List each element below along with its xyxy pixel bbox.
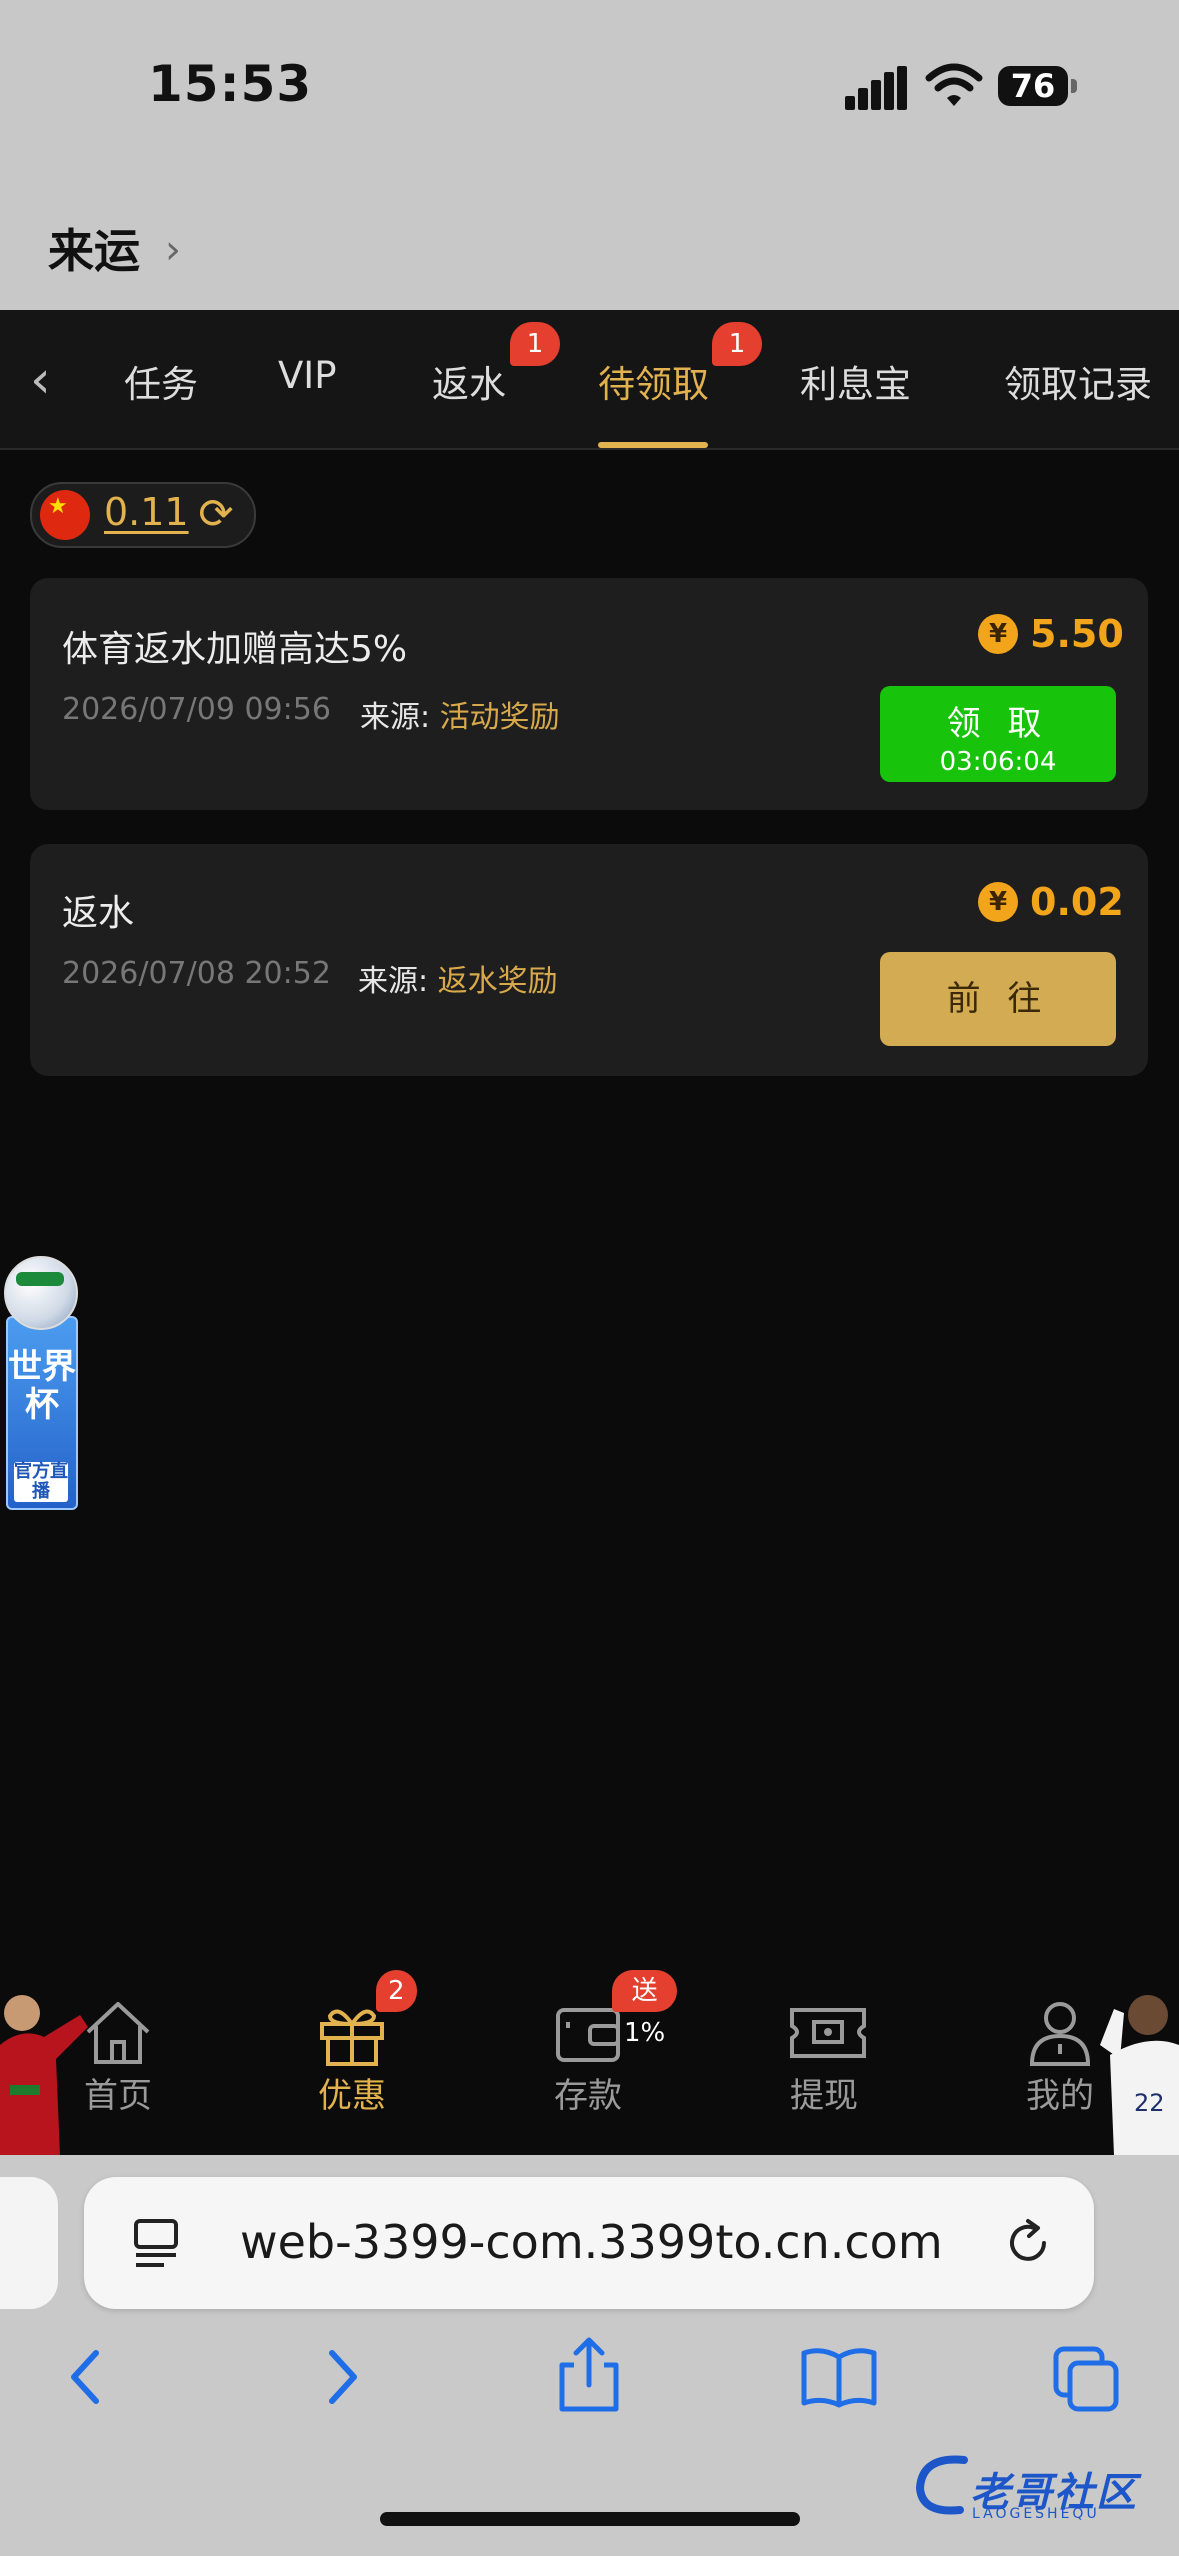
tab-claim-history[interactable]: 领取记录: [1004, 354, 1152, 408]
forward-arrow-icon[interactable]: [318, 2345, 366, 2409]
claim-button[interactable]: 领 取 03:06:04: [880, 686, 1116, 782]
back-arrow-icon[interactable]: [62, 2345, 110, 2409]
tab-bar: ‹ 任务 VIP 返水 1 待领取 1 利息宝 领取记录: [0, 310, 1179, 450]
nav-promotions-badge: 2: [376, 1970, 417, 2012]
page-menu-icon[interactable]: [132, 2217, 184, 2269]
active-tab-indicator: [598, 442, 708, 448]
reward-title: 体育返水加赠高达5%: [62, 629, 408, 670]
tab-rebate[interactable]: 返水: [432, 354, 506, 408]
balance-value[interactable]: 0.11: [104, 490, 189, 534]
world-cup-ball-icon: [4, 1256, 78, 1330]
wifi-icon: [925, 63, 983, 106]
share-icon[interactable]: [554, 2335, 624, 2415]
reward-amount: 5.50: [1030, 612, 1124, 656]
watermark-logo: 老哥社区 LAOGESHEQU: [912, 2448, 1172, 2528]
refresh-icon[interactable]: ⟳: [194, 492, 238, 536]
go-button[interactable]: 前 往: [880, 952, 1116, 1046]
url-text[interactable]: web-3399-com.3399to.cn.com: [240, 2215, 943, 2269]
world-cup-title: 世界杯: [8, 1347, 76, 1425]
reward-source: 来源: 活动奖励: [360, 700, 560, 735]
battery-icon: 76: [998, 66, 1068, 106]
reward-amount: 0.02: [1030, 880, 1124, 924]
player-illustration-left: [0, 1995, 88, 2155]
yuan-coin-icon: ¥: [978, 882, 1018, 922]
reward-card: 体育返水加赠高达5% 2026/07/09 09:56 来源: 活动奖励 ¥ 5…: [30, 578, 1148, 810]
balance-pill: ★ 0.11 ⟳: [30, 482, 256, 548]
bookmarks-book-icon[interactable]: [800, 2345, 878, 2409]
tab-pending-claim[interactable]: 待领取: [598, 354, 709, 408]
yuan-coin-icon: ¥: [978, 614, 1018, 654]
world-cup-live-badge[interactable]: 世界杯 官方直播: [4, 1256, 78, 1510]
battery-tip: [1071, 79, 1077, 93]
status-time: 15:53: [148, 55, 313, 113]
reward-date: 2026/07/09 09:56: [62, 692, 331, 727]
reward-card: 返水 2026/07/08 20:52 来源: 返水奖励 ¥ 0.02 前 往: [30, 844, 1148, 1076]
chevron-left-icon[interactable]: ‹: [30, 350, 51, 410]
player-illustration-right: 22: [1100, 1995, 1179, 2155]
cellular-signal-icon: [845, 66, 907, 110]
nav-promotions-label: 优惠: [318, 2076, 386, 2116]
page-header[interactable]: 来运 ›: [0, 175, 1179, 312]
nav-deposit-badge: 送1%: [612, 1970, 678, 2048]
reward-source: 来源: 返水奖励: [358, 964, 558, 999]
world-cup-banner: 世界杯 官方直播: [6, 1316, 78, 1510]
status-bar: 15:53 76: [0, 0, 1179, 175]
tab-pending-badge: 1: [712, 322, 762, 366]
china-flag-icon: ★: [40, 490, 90, 540]
tab-vip[interactable]: VIP: [278, 354, 337, 397]
dragon-logo-icon: [915, 2455, 968, 2515]
nav-withdraw-label: 提现: [790, 2076, 858, 2116]
official-live-label: 官方直播: [14, 1461, 68, 1502]
reward-date: 2026/07/08 20:52: [62, 956, 331, 991]
address-bar[interactable]: web-3399-com.3399to.cn.com: [84, 2177, 1094, 2309]
chevron-right-icon[interactable]: ›: [165, 227, 181, 273]
tab-interest[interactable]: 利息宝: [800, 354, 911, 408]
nav-deposit[interactable]: 送1% 存款: [508, 1970, 678, 2155]
tabs-overview-icon[interactable]: [1052, 2345, 1122, 2413]
reload-icon[interactable]: [1002, 2217, 1054, 2269]
page-title[interactable]: 来运: [48, 215, 140, 281]
previous-tab-preview[interactable]: [0, 2177, 58, 2309]
tab-rebate-badge: 1: [510, 322, 560, 366]
nav-deposit-label: 存款: [554, 2076, 622, 2116]
home-indicator: [380, 2512, 800, 2526]
nav-promotions[interactable]: 2 优惠: [272, 1970, 432, 2155]
withdraw-ticket-icon: [790, 2008, 866, 2058]
bottom-nav: 首页 2 优惠 送1% 存款 提现 我的: [0, 1970, 1179, 2155]
claim-countdown: 03:06:04: [939, 747, 1057, 777]
svg-text:22: 22: [1134, 2089, 1165, 2117]
tab-tasks[interactable]: 任务: [124, 354, 198, 408]
home-icon: [86, 2002, 150, 2064]
reward-title: 返水: [62, 893, 135, 934]
user-icon: [1029, 2002, 1091, 2066]
nav-withdraw[interactable]: 提现: [744, 1980, 904, 2155]
